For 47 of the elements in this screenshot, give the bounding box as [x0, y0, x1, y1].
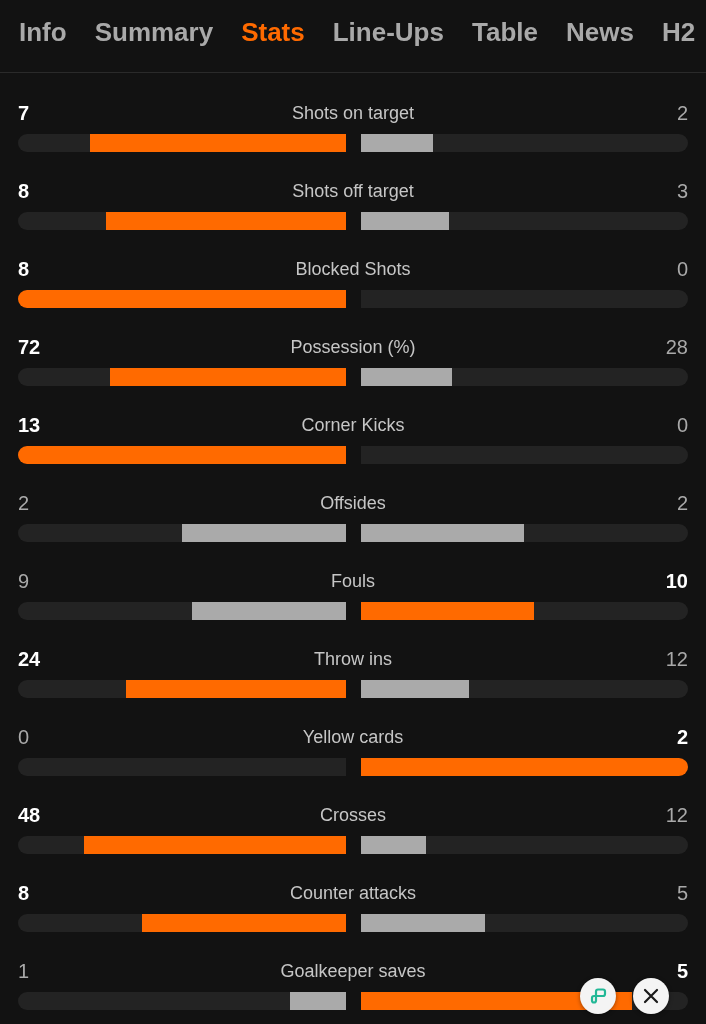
stat-value: 3	[676, 179, 688, 203]
tab[interactable]: Summary	[94, 17, 214, 47]
stat-value: 28	[665, 335, 688, 359]
stat-value: 72	[18, 335, 41, 359]
loop-icon	[589, 987, 607, 1005]
stat-value: 1	[18, 959, 30, 983]
stat-label: Corner Kicks	[301, 414, 405, 437]
stat-value: 2	[676, 725, 688, 749]
tab[interactable]: News	[565, 17, 634, 47]
stat-label: Fouls	[331, 570, 375, 593]
stat-value: 48	[18, 803, 41, 827]
stat-label: Shots off target	[292, 180, 414, 203]
tab[interactable]: Stats	[241, 17, 305, 47]
tab[interactable]: H2	[661, 17, 696, 47]
stat-label: Counter attacks	[289, 882, 417, 905]
floating-button[interactable]	[580, 978, 616, 1014]
close-icon	[643, 988, 659, 1004]
stat-label: Blocked Shots	[295, 258, 411, 281]
tab[interactable]: Table	[471, 17, 538, 47]
stat-value: 0	[676, 413, 688, 437]
stat-value: 8	[18, 179, 30, 203]
stat-value: 12	[665, 803, 688, 827]
stat-value: 2	[676, 101, 688, 125]
stat-label: Crosses	[320, 804, 386, 827]
stat-label: Shots on target	[291, 102, 415, 125]
stat-value: 0	[18, 725, 30, 749]
stat-value: 0	[676, 257, 688, 281]
stat-value: 8	[18, 257, 30, 281]
stat-label: Goalkeeper saves	[280, 960, 426, 983]
stat-value: 24	[18, 647, 41, 671]
stat-value: 12	[665, 647, 688, 671]
stat-value: 8	[18, 881, 30, 905]
stat-value: 2	[676, 491, 688, 515]
stat-value: 10	[665, 569, 688, 593]
stat-label: Possession (%)	[290, 336, 416, 359]
tab[interactable]: Line-Ups	[332, 17, 444, 47]
stat-label: Throw ins	[314, 648, 392, 671]
stat-value: 2	[18, 491, 30, 515]
stat-value: 5	[676, 881, 688, 905]
stat-value: 9	[18, 569, 30, 593]
stat-value: 13	[18, 413, 41, 437]
stat-label: Yellow cards	[302, 726, 404, 749]
stat-label: Offsides	[320, 492, 386, 515]
stat-value: 5	[676, 959, 688, 983]
stat-value: 7	[18, 101, 30, 125]
tab[interactable]: Info	[19, 17, 67, 47]
close-button[interactable]	[633, 978, 669, 1014]
